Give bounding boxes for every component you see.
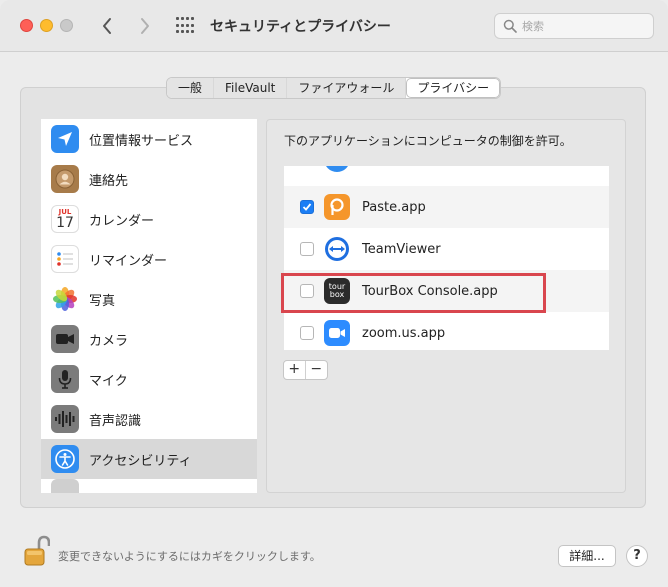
remove-app-button[interactable]: −: [306, 361, 327, 379]
sidebar-item-location-services[interactable]: 位置情報サービス: [41, 119, 257, 159]
sidebar-item-partial[interactable]: [41, 479, 257, 493]
camera-icon: [51, 325, 79, 353]
accessibility-icon: [51, 445, 79, 473]
permission-caption: 下のアプリケーションにコンピュータの制御を許可。: [284, 134, 572, 148]
search-icon: [503, 19, 517, 33]
sidebar-item-label: 位置情報サービス: [89, 133, 194, 149]
teamviewer-checkbox[interactable]: [300, 242, 314, 256]
tab-filevault[interactable]: FileVault: [214, 78, 288, 98]
app-name: TeamViewer: [362, 241, 441, 257]
list-item[interactable]: [284, 166, 609, 180]
search-field[interactable]: [494, 13, 654, 39]
tourbox-icon-text-bottom: box: [329, 290, 345, 299]
paste-checkbox[interactable]: [300, 200, 314, 214]
tourbox-icon: tour box: [324, 278, 350, 304]
app-permission-list[interactable]: Paste.app TeamViewer tour box TourBox Co…: [284, 166, 609, 350]
calendar-icon: JUL 17: [51, 205, 79, 233]
app-name: TourBox Console.app: [362, 283, 498, 299]
app-icon: [324, 166, 350, 172]
unlocked-padlock-icon: [24, 535, 51, 566]
sidebar-item-label: 写真: [89, 293, 116, 309]
teamviewer-icon: [324, 236, 350, 262]
sidebar-item-label: マイク: [89, 373, 128, 389]
add-remove-control: + −: [283, 360, 328, 380]
partial-item-icon: [51, 479, 79, 493]
lock-hint-text: 変更できないようにするにはカギをクリックします。: [58, 550, 321, 563]
sidebar-item-label: 連絡先: [89, 173, 129, 189]
sidebar-item-label: アクセシビリティ: [89, 453, 192, 469]
reminders-icon: [51, 245, 79, 273]
tab-firewall[interactable]: ファイアウォール: [287, 78, 407, 98]
paste-app-icon: [324, 194, 350, 220]
zoom-icon: [324, 320, 350, 346]
toolbar: セキュリティとプライバシー: [0, 0, 668, 52]
tab-bar: 一般 FileVault ファイアウォール プライバシー: [166, 77, 502, 99]
photos-icon: [51, 285, 79, 313]
add-app-button[interactable]: +: [284, 361, 306, 379]
tourbox-checkbox[interactable]: [300, 284, 314, 298]
tab-privacy[interactable]: プライバシー: [406, 78, 501, 98]
show-all-grid-button[interactable]: [176, 17, 194, 35]
list-item-tourbox[interactable]: tour box TourBox Console.app: [284, 270, 609, 312]
list-item-paste[interactable]: Paste.app: [284, 186, 609, 228]
contacts-icon: [51, 165, 79, 193]
sidebar-item-label: カメラ: [89, 333, 129, 349]
chevron-right-icon: [141, 18, 149, 34]
window-title: セキュリティとプライバシー: [210, 19, 391, 35]
sidebar-item-label: カレンダー: [89, 213, 155, 229]
list-item-teamviewer[interactable]: TeamViewer: [284, 228, 609, 270]
sidebar-item-reminders[interactable]: リマインダー: [41, 239, 257, 279]
sidebar-item-label: リマインダー: [89, 253, 168, 269]
sidebar-item-calendar[interactable]: JUL 17 カレンダー: [41, 199, 257, 239]
app-name: zoom.us.app: [362, 325, 446, 341]
list-item-zoom[interactable]: zoom.us.app: [284, 312, 609, 350]
help-button[interactable]: ?: [626, 545, 648, 567]
sidebar-item-accessibility[interactable]: アクセシビリティ: [41, 439, 257, 479]
advanced-button[interactable]: 詳細...: [558, 545, 616, 567]
close-window-button[interactable]: [20, 19, 33, 32]
forward-button[interactable]: [133, 14, 157, 38]
sidebar-item-photos[interactable]: 写真: [41, 279, 257, 319]
chevron-left-icon: [103, 18, 111, 34]
zoom-window-button[interactable]: [60, 19, 73, 32]
preferences-window: セキュリティとプライバシー 一般 FileVault ファイアウォール プライバ…: [0, 0, 668, 587]
sidebar-item-speech-recognition[interactable]: 音声認識: [41, 399, 257, 439]
tab-general[interactable]: 一般: [167, 78, 215, 98]
lock-button[interactable]: [24, 535, 51, 567]
search-input[interactable]: [522, 19, 642, 33]
privacy-category-list: 位置情報サービス 連絡先 JUL 17 カレンダー リマインダー 写真 カメラ …: [41, 119, 257, 493]
back-button[interactable]: [95, 14, 119, 38]
sidebar-item-contacts[interactable]: 連絡先: [41, 159, 257, 199]
zoom-checkbox[interactable]: [300, 326, 314, 340]
speech-recognition-icon: [51, 405, 79, 433]
app-name: Paste.app: [362, 199, 426, 215]
sidebar-item-label: 音声認識: [89, 413, 142, 429]
microphone-icon: [51, 365, 79, 393]
minimize-window-button[interactable]: [40, 19, 53, 32]
location-arrow-icon: [51, 125, 79, 153]
sidebar-item-microphone[interactable]: マイク: [41, 359, 257, 399]
calendar-day-text: 17: [56, 214, 74, 231]
sidebar-item-camera[interactable]: カメラ: [41, 319, 257, 359]
